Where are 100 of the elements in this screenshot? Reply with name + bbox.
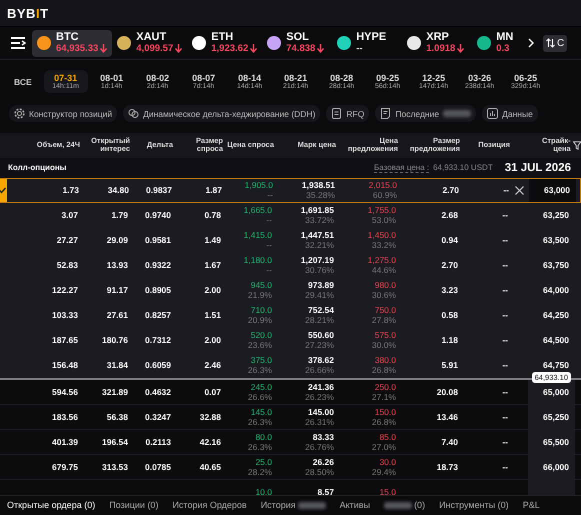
table-row[interactable]: 401.39 196.54 0.2113 42.16 80.0 26.3% 83.33 26.76% 85.0 27.0% 7.40 -- 65,500	[0, 430, 581, 455]
gear-icon	[14, 108, 25, 120]
filter-icon[interactable]	[572, 140, 581, 150]
ticker-tab[interactable]: BTC 64,935.33	[32, 30, 112, 57]
table-cell: 1,180.0	[244, 254, 272, 265]
table-row[interactable]: 122.27 91.17 0.8905 2.00 945.0 21.9% 973.89 29.41% 980.0 30.6% 3.23 -- 64,000	[0, 278, 581, 303]
bottom-tab[interactable]: (0)	[384, 500, 426, 510]
swap-button[interactable]: C	[543, 34, 568, 52]
ticker-tab[interactable]: HYPE --	[332, 30, 402, 57]
table-row[interactable]: 187.65 180.76 0.7312 2.00 520.0 23.6% 550.60 27.23% 575.0 30.0% 1.18 -- 64,500	[0, 328, 581, 353]
expiry-all-tab[interactable]: ВСЕ	[14, 76, 32, 87]
table-cell: 0.3247	[145, 412, 171, 422]
table-cell: --	[266, 214, 272, 225]
table-cell: 13.46	[436, 412, 458, 422]
base-price-value: 64,933.10 USDT	[433, 163, 493, 172]
table-cell: 0.0785	[145, 462, 171, 472]
table-cell: 26.8%	[372, 416, 396, 427]
table-cell: --	[502, 386, 508, 397]
table-cell: --	[503, 185, 509, 196]
bottom-tab[interactable]: Инструменты (0)	[439, 500, 509, 510]
table-cell: 1,905.0	[244, 180, 273, 190]
table-cell: 1.87	[205, 185, 222, 196]
check-icon[interactable]	[0, 186, 6, 194]
table-cell: --	[502, 234, 508, 245]
table-cell: 122.27	[52, 284, 78, 295]
table-row[interactable]: 594.56 321.89 0.4632 0.07 245.0 26.6% 241.36 26.23% 250.0 27.1% 20.08 -- 65,000	[0, 380, 581, 405]
table-cell: 0.4632	[145, 386, 171, 397]
close-icon[interactable]	[514, 186, 524, 195]
strike-price: 64,500	[543, 334, 569, 345]
tool-button[interactable]: RFQ	[326, 105, 370, 122]
table-cell: 60.9%	[372, 190, 397, 200]
table-cell: 750.0	[374, 304, 396, 315]
link-icon	[128, 108, 140, 120]
table-row[interactable]: 3.07 1.79 0.9740 0.78 1,665.0 -- 1,691.85 33.72% 1,755.0 53.0% 2.68 -- 63,250	[0, 202, 581, 228]
table-cell: 1,447.51	[300, 230, 334, 240]
table-cell: 27.1%	[372, 392, 396, 402]
table-cell: 313.53	[102, 462, 128, 472]
table-cell: 32.88	[200, 412, 221, 422]
bottom-tab[interactable]: P&L	[522, 500, 540, 510]
table-cell: 3.07	[61, 210, 78, 220]
table-cell: 1,755.0	[368, 204, 396, 215]
table-cell: --	[502, 284, 508, 295]
table-cell: 2.68	[441, 210, 458, 220]
table-row[interactable]: 27.27 29.09 0.9581 1.49 1,415.0 -- 1,447.51 32.21% 1,450.0 33.2% 0.94 -- 63,500	[0, 228, 581, 253]
menu-icon[interactable]	[10, 36, 26, 50]
bottom-tab[interactable]: История	[260, 500, 326, 510]
table-cell: 401.39	[52, 436, 78, 447]
coin-icon	[267, 36, 282, 50]
table-cell: 27.0%	[372, 442, 396, 452]
table-cell: 32.21%	[305, 240, 334, 250]
table-cell: 710.0	[250, 304, 272, 315]
tool-button[interactable]: Последние	[375, 105, 476, 122]
table-cell: 945.0	[250, 280, 272, 290]
table-cell: 35.28%	[306, 190, 335, 200]
table-cell: 30.6%	[372, 290, 396, 300]
table-row[interactable]: 103.33 27.61 0.8257 1.51 710.0 20.9% 752.54 28.21% 750.0 27.8% 0.58 -- 64,250	[0, 302, 581, 328]
ticker-tab[interactable]: MN 0.3	[472, 30, 514, 57]
ticker-tab[interactable]: SOL 74.838	[262, 30, 332, 57]
table-cell: 33.2%	[372, 240, 396, 250]
table-cell: 7.40	[441, 436, 458, 447]
table-cell: 20.9%	[248, 314, 272, 325]
table-cell: 550.60	[308, 330, 334, 340]
table-cell: 29.41%	[305, 290, 334, 300]
table-row[interactable]: 1.73 34.80 0.9837 1.87 1,905.0 -- 1,938.51 35.28% 2,015.0 60.9% 2.70 -- 63,000	[0, 178, 581, 203]
table-cell: 520.0	[250, 330, 272, 340]
table-cell: 0.9581	[145, 234, 171, 245]
table-cell: 2.00	[204, 334, 221, 345]
table-row[interactable]: 10.0 8.57 15.0	[0, 480, 581, 495]
bottom-tab[interactable]: Активы	[340, 500, 370, 510]
bottom-tab[interactable]: История Ордеров	[172, 500, 247, 510]
table-cell: 27.8%	[372, 314, 396, 325]
table-cell: 44.6%	[372, 264, 396, 275]
tool-button[interactable]: Динамическое дельта-хеджирование (DDH)	[123, 105, 320, 122]
table-cell: 15.0	[379, 486, 396, 495]
tool-button[interactable]: Конструктор позиций	[9, 105, 118, 122]
bottom-tab[interactable]: Открытые ордера (0)	[7, 500, 96, 510]
table-cell: 679.75	[52, 462, 78, 472]
table-cell: 0.58	[441, 310, 458, 320]
table-cell: 103.33	[52, 310, 78, 320]
chevron-right-icon[interactable]	[528, 38, 534, 48]
table-row[interactable]: 183.56 56.38 0.3247 32.88 145.0 26.3% 145.00 26.31% 150.0 26.8% 13.46 -- 65,250	[0, 404, 581, 430]
table-cell: 180.76	[102, 334, 128, 345]
ticker-tab[interactable]: XRP 1.0918	[402, 30, 472, 57]
ticker-tab[interactable]: ETH 1,923.62	[187, 30, 262, 57]
table-cell: 10.0	[255, 486, 272, 495]
ticker-tab[interactable]: XAUT 4,099.57	[112, 30, 188, 57]
table-cell: 53.0%	[372, 214, 396, 225]
table-cell: 0.78	[204, 210, 221, 220]
coin-icon	[407, 36, 422, 50]
table-row[interactable]: 679.75 313.53 0.0785 40.65 25.0 28.2% 26.26 28.50% 30.0 29.4% 18.73 -- 66,000	[0, 454, 581, 480]
table-cell: 145.00	[308, 406, 334, 417]
table-cell: 380.0	[374, 354, 396, 365]
table-cell: 1.51	[204, 310, 221, 320]
table-cell: 34.80	[108, 185, 129, 196]
table-cell: 26.6%	[248, 392, 272, 402]
tool-button[interactable]: Данные	[482, 105, 538, 122]
table-row[interactable]: 52.83 13.93 0.9322 1.67 1,180.0 -- 1,207.19 30.76% 1,275.0 44.6% 2.70 -- 63,750	[0, 252, 581, 278]
bottom-tab[interactable]: Позиции (0)	[109, 500, 158, 510]
table-cell: 85.0	[379, 432, 396, 442]
table-cell: 1,207.19	[300, 254, 334, 265]
